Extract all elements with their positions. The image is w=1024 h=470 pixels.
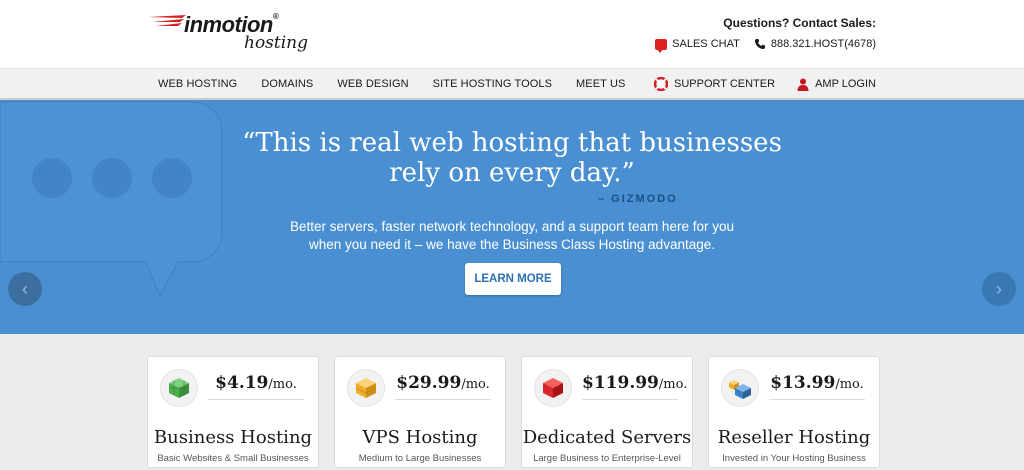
plan-card-dedicated-servers[interactable]: $119.99/mo. Dedicated Servers Large Busi… bbox=[521, 356, 693, 468]
plan-icon-frame bbox=[160, 369, 198, 407]
phone-link[interactable]: 888.321.HOST(4678) bbox=[754, 38, 876, 50]
logo-subtitle: hosting bbox=[244, 33, 309, 53]
plan-name: Business Hosting bbox=[153, 427, 313, 448]
nav-item-web-design[interactable]: WEB DESIGN bbox=[337, 78, 408, 90]
plan-icon-frame bbox=[534, 369, 572, 407]
hero-attribution: – GIZMODO bbox=[598, 193, 678, 205]
support-center-link[interactable]: SUPPORT CENTER bbox=[654, 77, 775, 91]
amp-login-label: AMP LOGIN bbox=[815, 78, 876, 90]
sales-chat-label: SALES CHAT bbox=[672, 38, 740, 50]
plan-icon-frame bbox=[721, 369, 759, 407]
orange-cube-icon bbox=[355, 378, 377, 398]
hero-banner: “This is real web hosting that businesse… bbox=[0, 100, 1024, 334]
hero-quote-line-1: “This is real web hosting that businesse… bbox=[242, 128, 782, 158]
plan-icon-frame bbox=[347, 369, 385, 407]
nav-utility: SUPPORT CENTER AMP LOGIN bbox=[654, 69, 876, 99]
plan-description: Basic Websites & Small Businesses bbox=[157, 453, 309, 464]
plan-card-business-hosting[interactable]: $4.19/mo. Business Hosting Basic Website… bbox=[147, 356, 319, 468]
logo-swoosh-icon bbox=[148, 15, 186, 26]
main-nav: WEB HOSTING DOMAINS WEB DESIGN SITE HOST… bbox=[0, 68, 1024, 100]
nav-item-domains[interactable]: DOMAINS bbox=[261, 78, 313, 90]
carousel-prev-button[interactable]: ‹ bbox=[8, 272, 42, 306]
hero-quote-line-2: rely on every day.” bbox=[389, 158, 635, 188]
plan-name: Reseller Hosting bbox=[717, 427, 871, 448]
lifebuoy-icon bbox=[654, 77, 668, 91]
chevron-left-icon: ‹ bbox=[22, 278, 28, 299]
site-header: inmotion® hosting Questions? Contact Sal… bbox=[0, 0, 1024, 68]
green-cube-icon bbox=[169, 378, 189, 398]
phone-icon bbox=[754, 39, 765, 49]
plan-description: Invested in Your Hosting Business bbox=[722, 453, 866, 464]
plans-section: $4.19/mo. Business Hosting Basic Website… bbox=[0, 334, 1024, 470]
carousel-next-button[interactable]: › bbox=[982, 272, 1016, 306]
nav-item-web-hosting[interactable]: WEB HOSTING bbox=[158, 78, 237, 90]
blue-cubes-icon bbox=[729, 380, 751, 399]
nav-item-site-hosting-tools[interactable]: SITE HOSTING TOOLS bbox=[433, 78, 552, 90]
plan-card-vps-hosting[interactable]: $29.99/mo. VPS Hosting Medium to Large B… bbox=[334, 356, 506, 468]
chat-icon bbox=[655, 38, 668, 53]
plan-name: VPS Hosting bbox=[362, 427, 478, 448]
red-cube-icon bbox=[543, 378, 563, 398]
hero-description-line-1: Better servers, faster network technolog… bbox=[290, 219, 734, 234]
learn-more-button[interactable]: LEARN MORE bbox=[465, 263, 561, 295]
plan-price: $4.19/mo. bbox=[208, 373, 304, 400]
plan-price: $29.99/mo. bbox=[395, 373, 491, 400]
plan-description: Large Business to Enterprise-Level bbox=[533, 453, 681, 464]
plan-price: $119.99/mo. bbox=[582, 373, 687, 400]
plan-price: $13.99/mo. bbox=[769, 373, 865, 400]
support-center-label: SUPPORT CENTER bbox=[674, 78, 776, 90]
sales-chat-link[interactable]: SALES CHAT bbox=[655, 38, 740, 53]
contact-title: Questions? Contact Sales: bbox=[723, 16, 876, 30]
nav-menu: WEB HOSTING DOMAINS WEB DESIGN SITE HOST… bbox=[158, 69, 625, 99]
plan-card-reseller-hosting[interactable]: $13.99/mo. Reseller Hosting Invested in … bbox=[708, 356, 880, 468]
user-icon bbox=[797, 78, 809, 91]
hero-description-line-2: when you need it – we have the Business … bbox=[308, 237, 715, 252]
phone-number: 888.321.HOST(4678) bbox=[770, 38, 876, 50]
nav-item-meet-us[interactable]: MEET US bbox=[576, 78, 625, 90]
contact-sales: Questions? Contact Sales: SALES CHAT 888… bbox=[655, 16, 876, 53]
hero-quote: “This is real web hosting that businesse… bbox=[0, 128, 1024, 188]
plan-description: Medium to Large Businesses bbox=[358, 453, 482, 464]
amp-login-link[interactable]: AMP LOGIN bbox=[797, 78, 876, 91]
chevron-right-icon: › bbox=[996, 278, 1002, 299]
inmotion-logo[interactable]: inmotion® hosting bbox=[148, 12, 318, 56]
plan-name: Dedicated Servers bbox=[522, 427, 692, 448]
hero-description: Better servers, faster network technolog… bbox=[0, 218, 1024, 254]
contact-row: SALES CHAT 888.321.HOST(4678) bbox=[655, 38, 876, 53]
